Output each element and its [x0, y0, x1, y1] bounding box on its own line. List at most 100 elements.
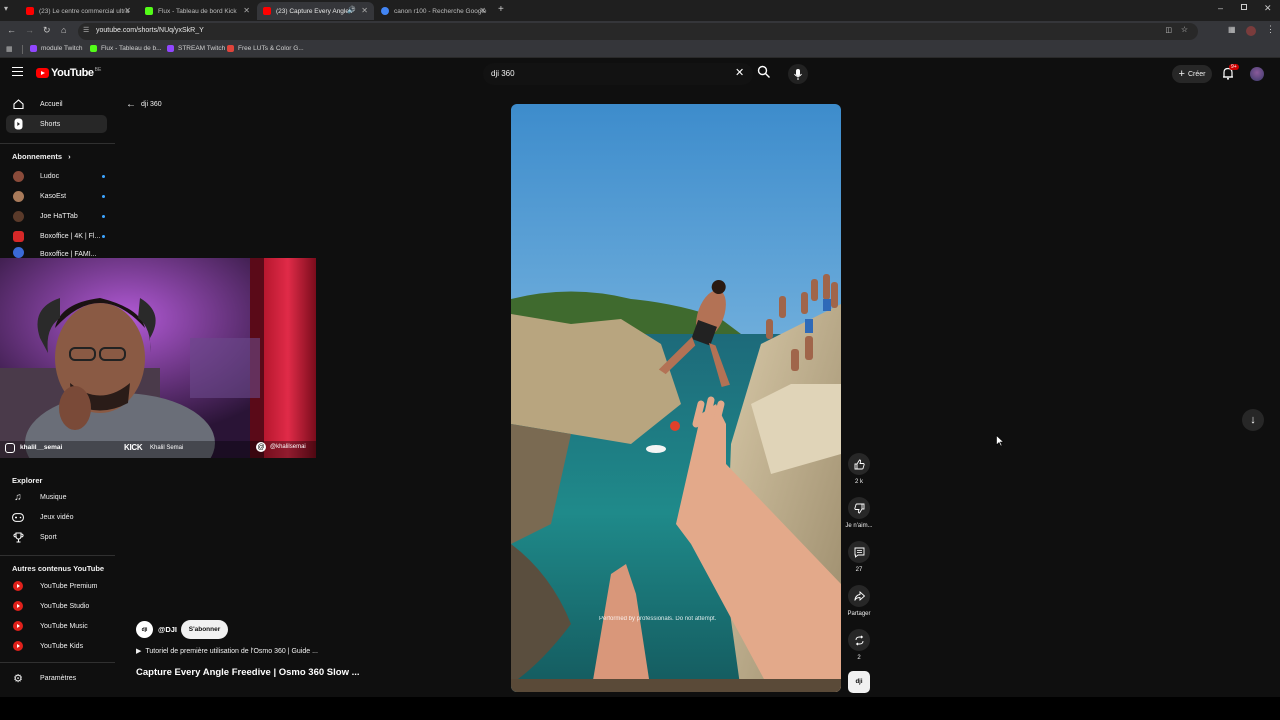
search-input[interactable]: dji 360 — [483, 63, 753, 85]
streamer-webcam-image — [0, 258, 316, 458]
sidebar-item-label: Jeux vidéo — [40, 513, 74, 521]
minimize-icon[interactable]: – — [1218, 3, 1223, 13]
new-content-dot — [102, 175, 105, 178]
subscription-boxoffice-fami[interactable]: Boxoffice | FAMI... — [6, 247, 107, 258]
bookmark-free-luts[interactable]: Free LUTs & Color G... — [227, 45, 304, 52]
browser-tab-3-active[interactable]: (23) Capture Every Angle F 🔊 ✕ — [257, 2, 374, 20]
instagram-handle: khalil__semai — [20, 444, 63, 451]
close-window-icon[interactable]: ✕ — [1264, 3, 1272, 14]
next-short-button[interactable]: ↓ — [1242, 409, 1264, 431]
kick-logo: KICK — [124, 443, 143, 452]
dislike-label: Je n'aim... — [845, 523, 873, 529]
share-arrow-icon — [853, 590, 865, 601]
youtube-logo[interactable]: YouTube BE — [36, 67, 101, 79]
subscription-ludoc[interactable]: Ludoc — [6, 167, 107, 185]
youtube-kids-icon — [12, 641, 24, 651]
video-disclaimer: Performed by professionals. Do not attem… — [599, 616, 717, 622]
dislike-button[interactable] — [848, 497, 870, 519]
address-bar-row: ← → ↻ ⌂ ☰ youtube.com/shorts/NUq/yxSkR_Y… — [0, 21, 1280, 42]
sidebar-item-settings[interactable]: ⚙ Paramètres — [6, 669, 107, 687]
bookmark-kick-dashboard[interactable]: Flux - Tableau de b... — [90, 45, 162, 52]
cast-icon[interactable]: ◫ — [1165, 26, 1172, 34]
new-content-dot — [102, 235, 105, 238]
menu-kebab-icon[interactable]: ⋮ — [1266, 24, 1275, 35]
channel-handle[interactable]: @DJI — [158, 625, 177, 634]
youtube-favicon-icon — [263, 7, 271, 15]
home-icon[interactable]: ⌂ — [61, 25, 66, 35]
sidebar-item-youtube-studio[interactable]: YouTube Studio — [6, 597, 107, 615]
comment-count: 27 — [855, 567, 863, 573]
account-avatar[interactable] — [1250, 67, 1264, 81]
logo-wordmark: YouTube — [51, 67, 94, 79]
back-icon[interactable]: ← — [7, 25, 16, 35]
channel-avatar[interactable]: dji — [136, 621, 153, 638]
bottom-bar — [0, 697, 1280, 720]
comments-button[interactable] — [848, 541, 870, 563]
site-info-icon[interactable]: ☰ — [83, 26, 89, 34]
sidebar-item-sport[interactable]: Sport — [6, 528, 107, 546]
bookmark-label: Free LUTs & Color G... — [238, 45, 304, 52]
forward-icon[interactable]: → — [25, 25, 34, 35]
sidebar-item-label: Sport — [40, 533, 57, 541]
audio-playing-icon[interactable]: 🔊 — [347, 6, 356, 14]
kick-favicon-icon — [90, 45, 97, 52]
sidebar-item-label: YouTube Premium — [40, 582, 98, 590]
like-button[interactable] — [848, 453, 870, 475]
remix-icon — [855, 634, 863, 646]
sidebar-divider — [0, 662, 115, 663]
bookmark-stream-twitch[interactable]: STREAM Twitch — [167, 45, 225, 52]
close-tab-icon[interactable]: ✕ — [479, 6, 486, 15]
create-button[interactable]: + Créer — [1172, 65, 1212, 83]
url-field[interactable]: ☰ youtube.com/shorts/NUq/yxSkR_Y ◫ ☆ — [78, 23, 1198, 40]
share-button[interactable] — [848, 585, 870, 607]
sidebar-item-youtube-music[interactable]: YouTube Music — [6, 617, 107, 635]
extensions-icon[interactable]: ▦ — [1228, 25, 1236, 34]
browser-tab-2[interactable]: Flux - Tableau de bord Kick ✕ — [139, 2, 256, 20]
sidebar-item-youtube-kids[interactable]: YouTube Kids — [6, 637, 107, 655]
webcam-overlay: khalil__semai KICK Khalil Semai @ @khali… — [0, 258, 316, 458]
hamburger-menu-icon[interactable] — [12, 67, 23, 76]
bookmark-module-twitch[interactable]: module Twitch — [30, 45, 82, 52]
sidebar-item-home[interactable]: Accueil — [6, 95, 107, 113]
close-tab-icon[interactable]: ✕ — [243, 6, 250, 15]
subscription-joe-hattab[interactable]: Joe HaTTab — [6, 207, 107, 225]
browser-tab-4[interactable]: canon r100 - Recherche Google ✕ — [375, 2, 492, 20]
apps-grid-icon[interactable]: ▦ — [6, 45, 13, 53]
subscription-boxoffice-4k[interactable]: Boxoffice | 4K | Fl... — [6, 227, 107, 245]
chevron-right-icon: › — [68, 152, 71, 161]
arrow-down-icon: ↓ — [1250, 414, 1256, 426]
clear-search-icon[interactable]: ✕ — [735, 66, 744, 79]
new-tab-icon[interactable]: + — [498, 4, 504, 15]
voice-search-button[interactable] — [788, 64, 808, 84]
bookmark-star-icon[interactable]: ☆ — [1181, 25, 1188, 34]
sidebar-item-music[interactable]: ♫ Musique — [6, 488, 107, 506]
youtube-play-icon — [36, 68, 49, 78]
short-title[interactable]: Capture Every Angle Freedive | Osmo 360 … — [136, 667, 360, 678]
gear-icon: ⚙ — [13, 672, 23, 685]
browser-tab-1[interactable]: (23) Le centre commercial ultra ✕ — [20, 2, 137, 20]
tab-label: (23) Capture Every Angle F — [276, 7, 355, 15]
subscriptions-heading[interactable]: Abonnements › — [12, 152, 71, 161]
playlist-title: Tutoriel de première utilisation de l'Os… — [145, 647, 318, 655]
subscribe-button[interactable]: S'abonner — [181, 620, 228, 639]
subscription-kasoest[interactable]: KasoEst — [6, 187, 107, 205]
sidebar-item-youtube-premium[interactable]: YouTube Premium — [6, 577, 107, 595]
restore-icon[interactable] — [1241, 4, 1247, 10]
reload-icon[interactable]: ↻ — [43, 25, 51, 36]
profile-avatar-icon[interactable] — [1246, 26, 1256, 36]
back-to-search-link[interactable]: ← dji 360 — [126, 99, 162, 110]
remix-button[interactable] — [848, 629, 870, 651]
close-tab-icon[interactable]: ✕ — [361, 6, 368, 15]
short-video-player[interactable]: Performed by professionals. Do not attem… — [511, 104, 841, 692]
playlist-link[interactable]: ▶ Tutoriel de première utilisation de l'… — [136, 647, 318, 656]
tab-list-icon[interactable]: ▾ — [4, 4, 8, 13]
sidebar-item-gaming[interactable]: Jeux vidéo — [6, 508, 107, 526]
sidebar-item-shorts[interactable]: Shorts — [6, 115, 107, 133]
sound-channel-thumbnail[interactable]: dji — [848, 671, 870, 693]
close-tab-icon[interactable]: ✕ — [124, 6, 131, 15]
bookmark-separator — [22, 45, 23, 54]
twitch-favicon-icon — [30, 45, 37, 52]
url-text: youtube.com/shorts/NUq/yxSkR_Y — [96, 27, 204, 34]
search-icon[interactable] — [757, 65, 771, 84]
more-youtube-heading: Autres contenus YouTube — [12, 564, 105, 573]
